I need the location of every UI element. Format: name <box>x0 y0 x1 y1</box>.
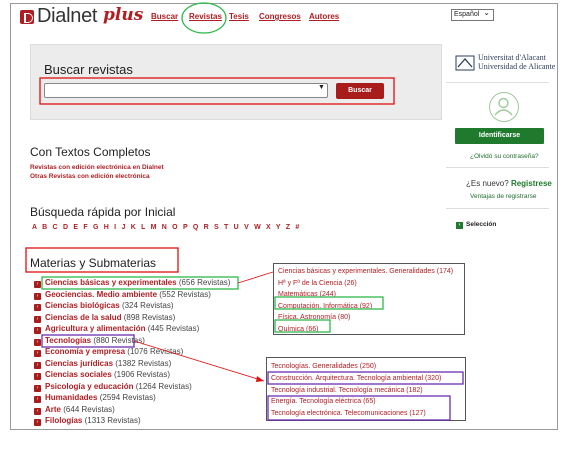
tecnologias-arrow-line <box>133 340 265 382</box>
computacion-highlight-box <box>274 296 384 310</box>
construccion-highlight-box <box>267 371 464 385</box>
energia-highlight-box <box>267 395 451 421</box>
revistas-highlight-ellipse <box>181 2 227 34</box>
tecnologias-highlight-box <box>41 334 135 348</box>
annotation-overlay <box>25 2 464 421</box>
ciencias-arrow-line <box>237 271 274 284</box>
tecnologias-arrow-head <box>256 376 264 382</box>
search-highlight-box <box>39 77 395 105</box>
quimica-highlight-box <box>274 319 331 333</box>
materias-highlight-box <box>25 247 179 273</box>
ciencias-highlight-box <box>41 276 239 290</box>
